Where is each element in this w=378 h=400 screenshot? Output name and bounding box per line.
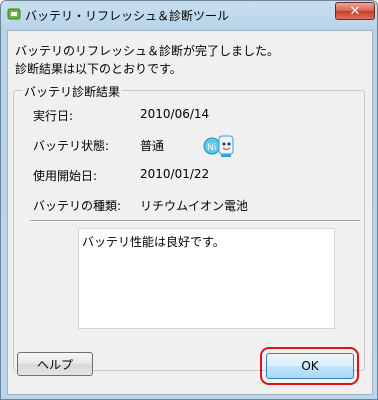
group-title: バッテリ診断結果 [22, 83, 123, 100]
start-date-value: 2010/01/22 [140, 167, 210, 181]
svg-text:Ni: Ni [207, 143, 216, 153]
close-button[interactable]: ✕ [335, 2, 375, 20]
separator [30, 220, 360, 222]
diagnosis-result-group: バッテリ診断結果 実行日: 2010/06/14 バッテリ状態: 普通 使用開始… [13, 83, 365, 371]
battery-type-label: バッテリの種類: [33, 199, 122, 213]
result-text-box[interactable]: バッテリ性能は良好です。 [78, 228, 335, 329]
battery-type-value: リチウムイオン電池 [140, 199, 249, 213]
battery-state-value: 普通 [140, 139, 165, 153]
battery-state-label: バッテリ状態: [33, 139, 110, 153]
execution-date-value: 2010/06/14 [140, 107, 210, 121]
battery-status-icon: Ni [203, 135, 234, 157]
window-title: バッテリ・リフレッシュ＆診断ツール [25, 9, 230, 23]
ok-button[interactable]: OK [266, 353, 354, 379]
help-button-label: ヘルプ [36, 357, 73, 372]
completion-message: バッテリのリフレッシュ＆診断が完了しました。 [15, 44, 280, 58]
dialog-window: バッテリ・リフレッシュ＆診断ツール ✕ バッテリのリフレッシュ＆診断が完了しまし… [0, 0, 378, 400]
app-icon [7, 8, 21, 20]
title-bar[interactable]: バッテリ・リフレッシュ＆診断ツール ✕ [1, 1, 377, 29]
close-icon: ✕ [349, 3, 361, 19]
start-date-label: 使用開始日: [33, 169, 98, 183]
help-button[interactable]: ヘルプ [17, 352, 93, 376]
execution-date-label: 実行日: [33, 109, 74, 123]
result-intro-message: 診断結果は以下のとおりです。 [15, 62, 182, 76]
result-text: バッテリ性能は良好です。 [82, 235, 225, 249]
ok-button-label: OK [301, 359, 319, 373]
dialog-body: バッテリのリフレッシュ＆診断が完了しました。 診断結果は以下のとおりです。 バッ… [7, 30, 373, 395]
